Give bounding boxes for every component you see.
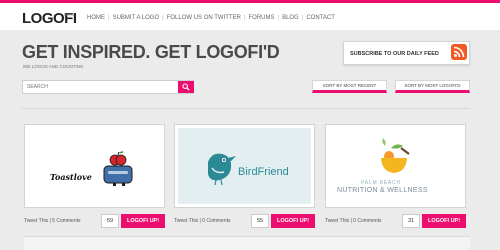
- search-box: [22, 80, 194, 94]
- nav-blog[interactable]: BLOG: [279, 15, 302, 21]
- card-actions[interactable]: Tweet This | 0 Comments: [174, 218, 231, 224]
- logo-thumbnail[interactable]: BirdFriend: [178, 128, 311, 204]
- logo-thumbnail[interactable]: Toastlove: [28, 128, 161, 204]
- logo-thumbnail[interactable]: PALM BEACH NUTRITION & WELLNESS: [329, 128, 462, 204]
- nav-forums[interactable]: FORUMS: [246, 15, 278, 21]
- subscribe-label: SUBSCRIBE TO OUR DAILY FEED: [350, 51, 439, 57]
- logofi-up-button[interactable]: LOGOFI UP!: [121, 214, 165, 228]
- divider: [22, 108, 470, 109]
- logofi-count: 31: [402, 214, 420, 228]
- nav-twitter[interactable]: FOLLOW US ON TWITTER: [164, 15, 244, 21]
- search-button[interactable]: [178, 81, 194, 93]
- palm-beach-wordmark: PALM BEACH: [361, 180, 401, 186]
- sort-most-logofid-button[interactable]: SORT BY MOST LOGOFI'D: [395, 80, 470, 93]
- logo-card[interactable]: BirdFriend: [174, 124, 315, 208]
- logo-count: 895 LOGOS AND COUNTING: [23, 64, 84, 69]
- nutrition-wellness-wordmark: NUTRITION & WELLNESS: [337, 187, 428, 194]
- beta-badge: BETA: [64, 12, 75, 17]
- search-input[interactable]: [23, 81, 178, 93]
- logofi-up-button[interactable]: LOGOFI UP!: [422, 214, 466, 228]
- card-actions[interactable]: Tweet This | 5 Comments: [24, 218, 81, 224]
- nav-contact[interactable]: CONTACT: [303, 15, 338, 21]
- toaster-icon: [103, 151, 133, 186]
- search-icon: [182, 83, 190, 91]
- nav-home[interactable]: HOME: [84, 15, 108, 21]
- card-meta: Tweet This | 0 Comments 55 LOGOFI UP!: [174, 214, 315, 228]
- main-nav: HOME | SUBMIT A LOGO | FOLLOW US ON TWIT…: [84, 15, 338, 21]
- card-actions[interactable]: Tweet This | 0 Comments: [325, 218, 382, 224]
- top-bar: LOGOFI BETA HOME | SUBMIT A LOGO | FOLLO…: [0, 0, 500, 30]
- logofi-up-button[interactable]: LOGOFI UP!: [271, 214, 315, 228]
- logo-card[interactable]: Toastlove: [24, 124, 165, 208]
- card-meta: Tweet This | 5 Comments 59 LOGOFI UP!: [24, 214, 165, 228]
- logofi-count: 55: [251, 214, 269, 228]
- next-row-preview: [24, 236, 470, 250]
- logo-card[interactable]: PALM BEACH NUTRITION & WELLNESS: [325, 124, 466, 208]
- toastlove-wordmark: Toastlove: [50, 172, 92, 182]
- page-title: GET INSPIRED. GET LOGOFI'D: [22, 42, 280, 62]
- rss-icon: [451, 44, 467, 60]
- logofi-count: 59: [101, 214, 119, 228]
- birdfriend-wordmark: BirdFriend: [238, 166, 289, 178]
- nav-submit-logo[interactable]: SUBMIT A LOGO: [110, 15, 163, 21]
- sort-most-recent-button[interactable]: SORT BY MOST RECENT: [312, 80, 387, 93]
- card-meta: Tweet This | 0 Comments 31 LOGOFI UP!: [325, 214, 466, 228]
- subscribe-button[interactable]: SUBSCRIBE TO OUR DAILY FEED: [343, 41, 470, 65]
